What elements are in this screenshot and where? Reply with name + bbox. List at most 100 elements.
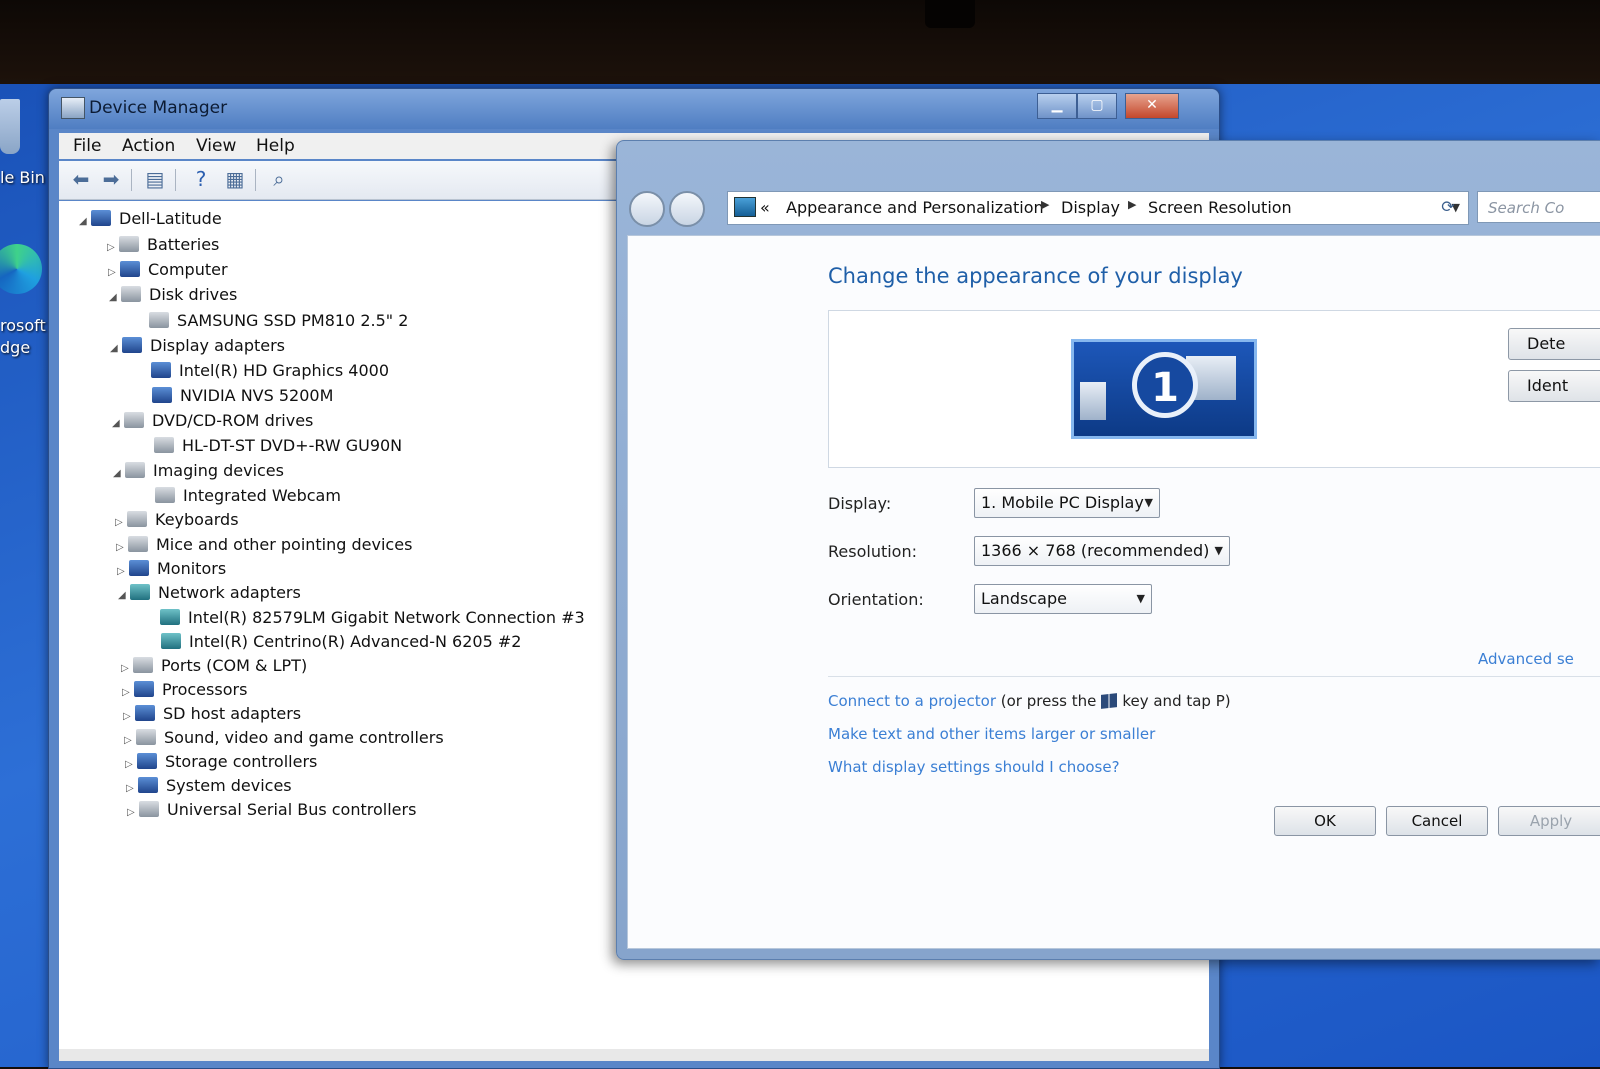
tree-node[interactable]: ▷ Keyboards [115, 510, 239, 529]
horizontal-scrollbar[interactable] [59, 1049, 1209, 1061]
forward-arrow-icon[interactable]: ➡ [99, 167, 123, 191]
divider [828, 676, 1600, 677]
screen-resolution-window: « Appearance and Personalization ▶ Displ… [616, 140, 1600, 960]
expand-arrow-icon[interactable]: ▷ [123, 711, 135, 722]
tree-label: HL-DT-ST DVD+-RW GU90N [182, 436, 403, 455]
identify-button[interactable]: Ident [1508, 370, 1600, 402]
menu-view[interactable]: View [196, 136, 236, 156]
collapse-arrow-icon[interactable]: ◢ [109, 292, 121, 303]
maximize-button[interactable]: ▢ [1077, 93, 1117, 119]
tree-node[interactable]: ▷ Computer [108, 260, 228, 279]
expand-arrow-icon[interactable]: ▷ [121, 663, 133, 674]
expand-arrow-icon[interactable]: ▷ [124, 735, 136, 746]
expand-arrow-icon[interactable]: ▷ [122, 687, 134, 698]
collapse-arrow-icon[interactable]: ◢ [118, 590, 130, 601]
collapse-arrow-icon[interactable]: ◢ [112, 418, 124, 429]
edge-label-line1[interactable]: rosoft [0, 316, 46, 335]
tree-node[interactable]: NVIDIA NVS 5200M [152, 386, 333, 405]
help-icon[interactable]: ? [189, 167, 213, 191]
address-bar[interactable]: « Appearance and Personalization ▶ Displ… [727, 191, 1469, 225]
tree-node[interactable]: ◢ DVD/CD-ROM drives [112, 411, 313, 430]
connect-projector-link[interactable]: Connect to a projector [828, 692, 996, 710]
tree-node[interactable]: ◢ Imaging devices [113, 461, 284, 480]
apply-button[interactable]: Apply [1498, 806, 1600, 836]
expand-arrow-icon[interactable]: ▷ [107, 242, 119, 253]
expand-arrow-icon[interactable]: ▷ [126, 783, 138, 794]
device-manager-titlebar[interactable]: Device Manager ▁ ▢ ✕ [49, 89, 1219, 129]
collapse-arrow-icon[interactable]: ◢ [113, 468, 125, 479]
projector-hint-start: (or press the [1000, 692, 1097, 710]
breadcrumb-appearance[interactable]: Appearance and Personalization [786, 198, 1044, 217]
tree-node[interactable]: Intel(R) 82579LM Gigabit Network Connect… [160, 608, 585, 627]
minimize-button[interactable]: ▁ [1037, 93, 1077, 119]
forward-button[interactable] [669, 191, 705, 227]
monitor-bezel [0, 0, 1600, 84]
tree-node[interactable]: ▷ Universal Serial Bus controllers [127, 800, 416, 819]
tree-node[interactable]: ◢ Disk drives [109, 285, 237, 304]
edge-icon[interactable] [0, 244, 42, 294]
tree-node[interactable]: Intel(R) Centrino(R) Advanced-N 6205 #2 [161, 632, 521, 651]
address-overflow-chevron[interactable]: « [760, 198, 770, 217]
expand-arrow-icon[interactable]: ▷ [115, 517, 127, 528]
expand-arrow-icon[interactable]: ▷ [127, 807, 139, 818]
display-select[interactable]: 1. Mobile PC Display ▼ [974, 488, 1160, 518]
tree-node[interactable]: ◢ Display adapters [110, 336, 285, 355]
refresh-icon[interactable]: ⟳ [1433, 191, 1463, 223]
ok-button[interactable]: OK [1274, 806, 1376, 836]
expand-arrow-icon[interactable]: ▷ [117, 566, 129, 577]
tree-node[interactable]: ▷ Storage controllers [125, 752, 317, 771]
usb-icon [139, 801, 159, 817]
breadcrumb-arrow-icon[interactable]: ▶ [1128, 198, 1136, 211]
control-panel-icon [734, 197, 756, 217]
tree-node[interactable]: ▷ Monitors [117, 559, 226, 578]
window-title: Device Manager [89, 98, 228, 118]
search-input[interactable]: Search Co [1477, 191, 1600, 223]
mouse-icon [128, 536, 148, 552]
tree-node[interactable]: ▷ SD host adapters [123, 704, 301, 723]
resolution-select[interactable]: 1366 × 768 (recommended) ▼ [974, 536, 1230, 566]
network-adapter-icon [130, 584, 150, 600]
tree-node-root[interactable]: ◢ Dell-Latitude [79, 209, 222, 228]
network-adapter-icon [161, 633, 181, 649]
cancel-button[interactable]: Cancel [1386, 806, 1488, 836]
display-settings-help-link[interactable]: What display settings should I choose? [828, 758, 1120, 776]
tree-node[interactable]: ▷ Ports (COM & LPT) [121, 656, 307, 675]
display-label: Display: [828, 494, 892, 513]
collapse-arrow-icon[interactable]: ◢ [79, 216, 91, 227]
detect-button[interactable]: Dete [1508, 328, 1600, 360]
breadcrumb-display[interactable]: Display [1061, 198, 1120, 217]
recycle-bin-label[interactable]: le Bin [0, 168, 45, 187]
menu-help[interactable]: Help [256, 136, 295, 156]
expand-arrow-icon[interactable]: ▷ [116, 542, 128, 553]
advanced-settings-link[interactable]: Advanced se [1478, 650, 1574, 668]
orientation-select[interactable]: Landscape ▼ [974, 584, 1152, 614]
tree-node[interactable]: SAMSUNG SSD PM810 2.5" 2 [149, 311, 408, 330]
expand-arrow-icon[interactable]: ▷ [108, 267, 120, 278]
keyboard-icon [127, 511, 147, 527]
tree-node[interactable]: Integrated Webcam [155, 486, 341, 505]
tree-node[interactable]: Intel(R) HD Graphics 4000 [151, 361, 389, 380]
menu-action[interactable]: Action [122, 136, 175, 156]
expand-arrow-icon[interactable]: ▷ [125, 759, 137, 770]
tree-node[interactable]: ▷ Sound, video and game controllers [124, 728, 444, 747]
breadcrumb-screen-resolution[interactable]: Screen Resolution [1148, 198, 1292, 217]
menu-file[interactable]: File [73, 136, 101, 156]
tree-node[interactable]: ▷ Batteries [107, 235, 219, 254]
recycle-bin-icon[interactable] [0, 99, 20, 154]
monitor-1-tile[interactable]: 1 [1071, 339, 1257, 439]
breadcrumb-arrow-icon[interactable]: ▶ [1041, 198, 1049, 211]
tree-node[interactable]: ▷ Processors [122, 680, 247, 699]
close-button[interactable]: ✕ [1125, 93, 1179, 119]
back-button[interactable] [629, 191, 665, 227]
tree-node[interactable]: ▷ Mice and other pointing devices [116, 535, 412, 554]
back-arrow-icon[interactable]: ⬅ [69, 167, 93, 191]
text-size-link[interactable]: Make text and other items larger or smal… [828, 725, 1155, 743]
edge-label-line2[interactable]: dge [0, 338, 30, 357]
tree-node[interactable]: ▷ System devices [126, 776, 292, 795]
tree-node[interactable]: HL-DT-ST DVD+-RW GU90N [154, 436, 402, 455]
collapse-arrow-icon[interactable]: ◢ [110, 343, 122, 354]
show-hide-console-tree-icon[interactable]: ▤ [143, 167, 167, 191]
properties-icon[interactable]: ▦ [223, 167, 247, 191]
scan-hardware-icon[interactable]: ⌕ [267, 167, 291, 191]
tree-node[interactable]: ◢ Network adapters [118, 583, 301, 602]
